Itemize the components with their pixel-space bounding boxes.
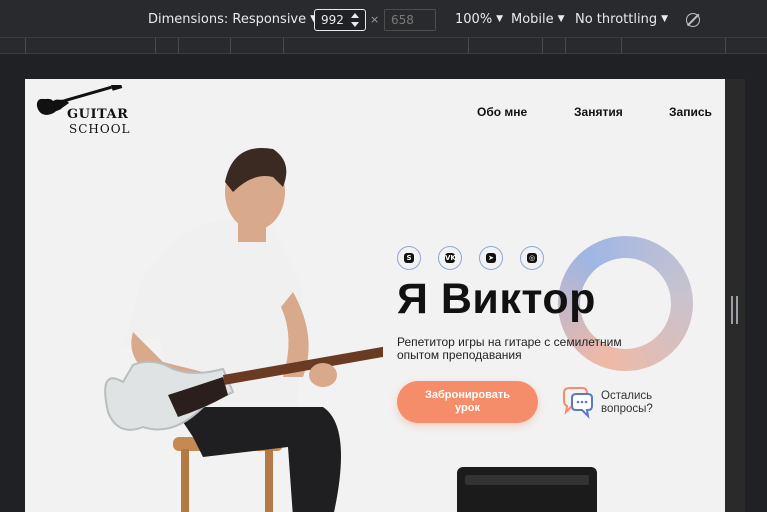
skype-icon[interactable]: S: [397, 246, 421, 270]
hero-title: Я Виктор: [397, 275, 596, 323]
site-logo[interactable]: GUITAR SCHOOL: [35, 85, 135, 137]
vk-icon[interactable]: VK: [438, 246, 462, 270]
rotate-icon[interactable]: [686, 13, 700, 27]
nav-lessons[interactable]: Занятия: [574, 105, 623, 119]
height-value: 658: [391, 13, 414, 27]
throttling-dropdown[interactable]: No throttling ▼: [575, 11, 668, 30]
page-viewport: GUITAR SCHOOL Обо мне Занятия Запись S V…: [25, 79, 725, 512]
caret-down-icon: ▼: [557, 14, 565, 24]
nav-about[interactable]: Обо мне: [477, 105, 527, 119]
device-type-dropdown[interactable]: Mobile ▼: [511, 11, 565, 30]
device-label: Mobile: [511, 12, 554, 27]
logo-text-guitar: GUITAR: [67, 107, 129, 122]
dimensions-dropdown[interactable]: Dimensions: Responsive▼: [148, 11, 317, 30]
logo-text-school: SCHOOL: [69, 122, 131, 136]
nav-booking[interactable]: Запись: [669, 105, 712, 119]
guitarist-photo: [104, 147, 383, 512]
width-value: 992: [321, 13, 344, 27]
book-lesson-label: Забронировать урок: [425, 389, 510, 414]
devtools-device-toolbar: Dimensions: Responsive▼ 992 × 658 100%▼ …: [0, 0, 767, 38]
width-input[interactable]: 992: [314, 9, 366, 31]
throttling-label: No throttling: [575, 12, 658, 27]
times-symbol: ×: [370, 13, 380, 26]
zoom-dropdown[interactable]: 100% ▼: [455, 11, 503, 30]
instagram-icon[interactable]: ◎: [520, 246, 544, 270]
telegram-icon[interactable]: ➤: [479, 246, 503, 270]
resize-handle-icon[interactable]: [731, 296, 739, 324]
hero-subtitle: Репетитор игры на гитаре с семилетним оп…: [397, 335, 622, 362]
media-query-ruler[interactable]: [0, 38, 767, 54]
book-lesson-button[interactable]: Забронировать урок: [397, 381, 538, 423]
questions-link[interactable]: Остались вопросы?: [601, 390, 681, 416]
caret-down-icon: ▼: [496, 14, 504, 24]
spinner-icon[interactable]: [351, 12, 359, 28]
height-input[interactable]: 658: [384, 9, 436, 31]
chat-bubbles-icon[interactable]: [560, 385, 594, 419]
zoom-label: 100%: [455, 12, 493, 27]
amplifier-photo: [457, 467, 597, 512]
caret-down-icon: ▼: [661, 14, 668, 24]
dimensions-label: Dimensions: Responsive: [148, 12, 307, 27]
